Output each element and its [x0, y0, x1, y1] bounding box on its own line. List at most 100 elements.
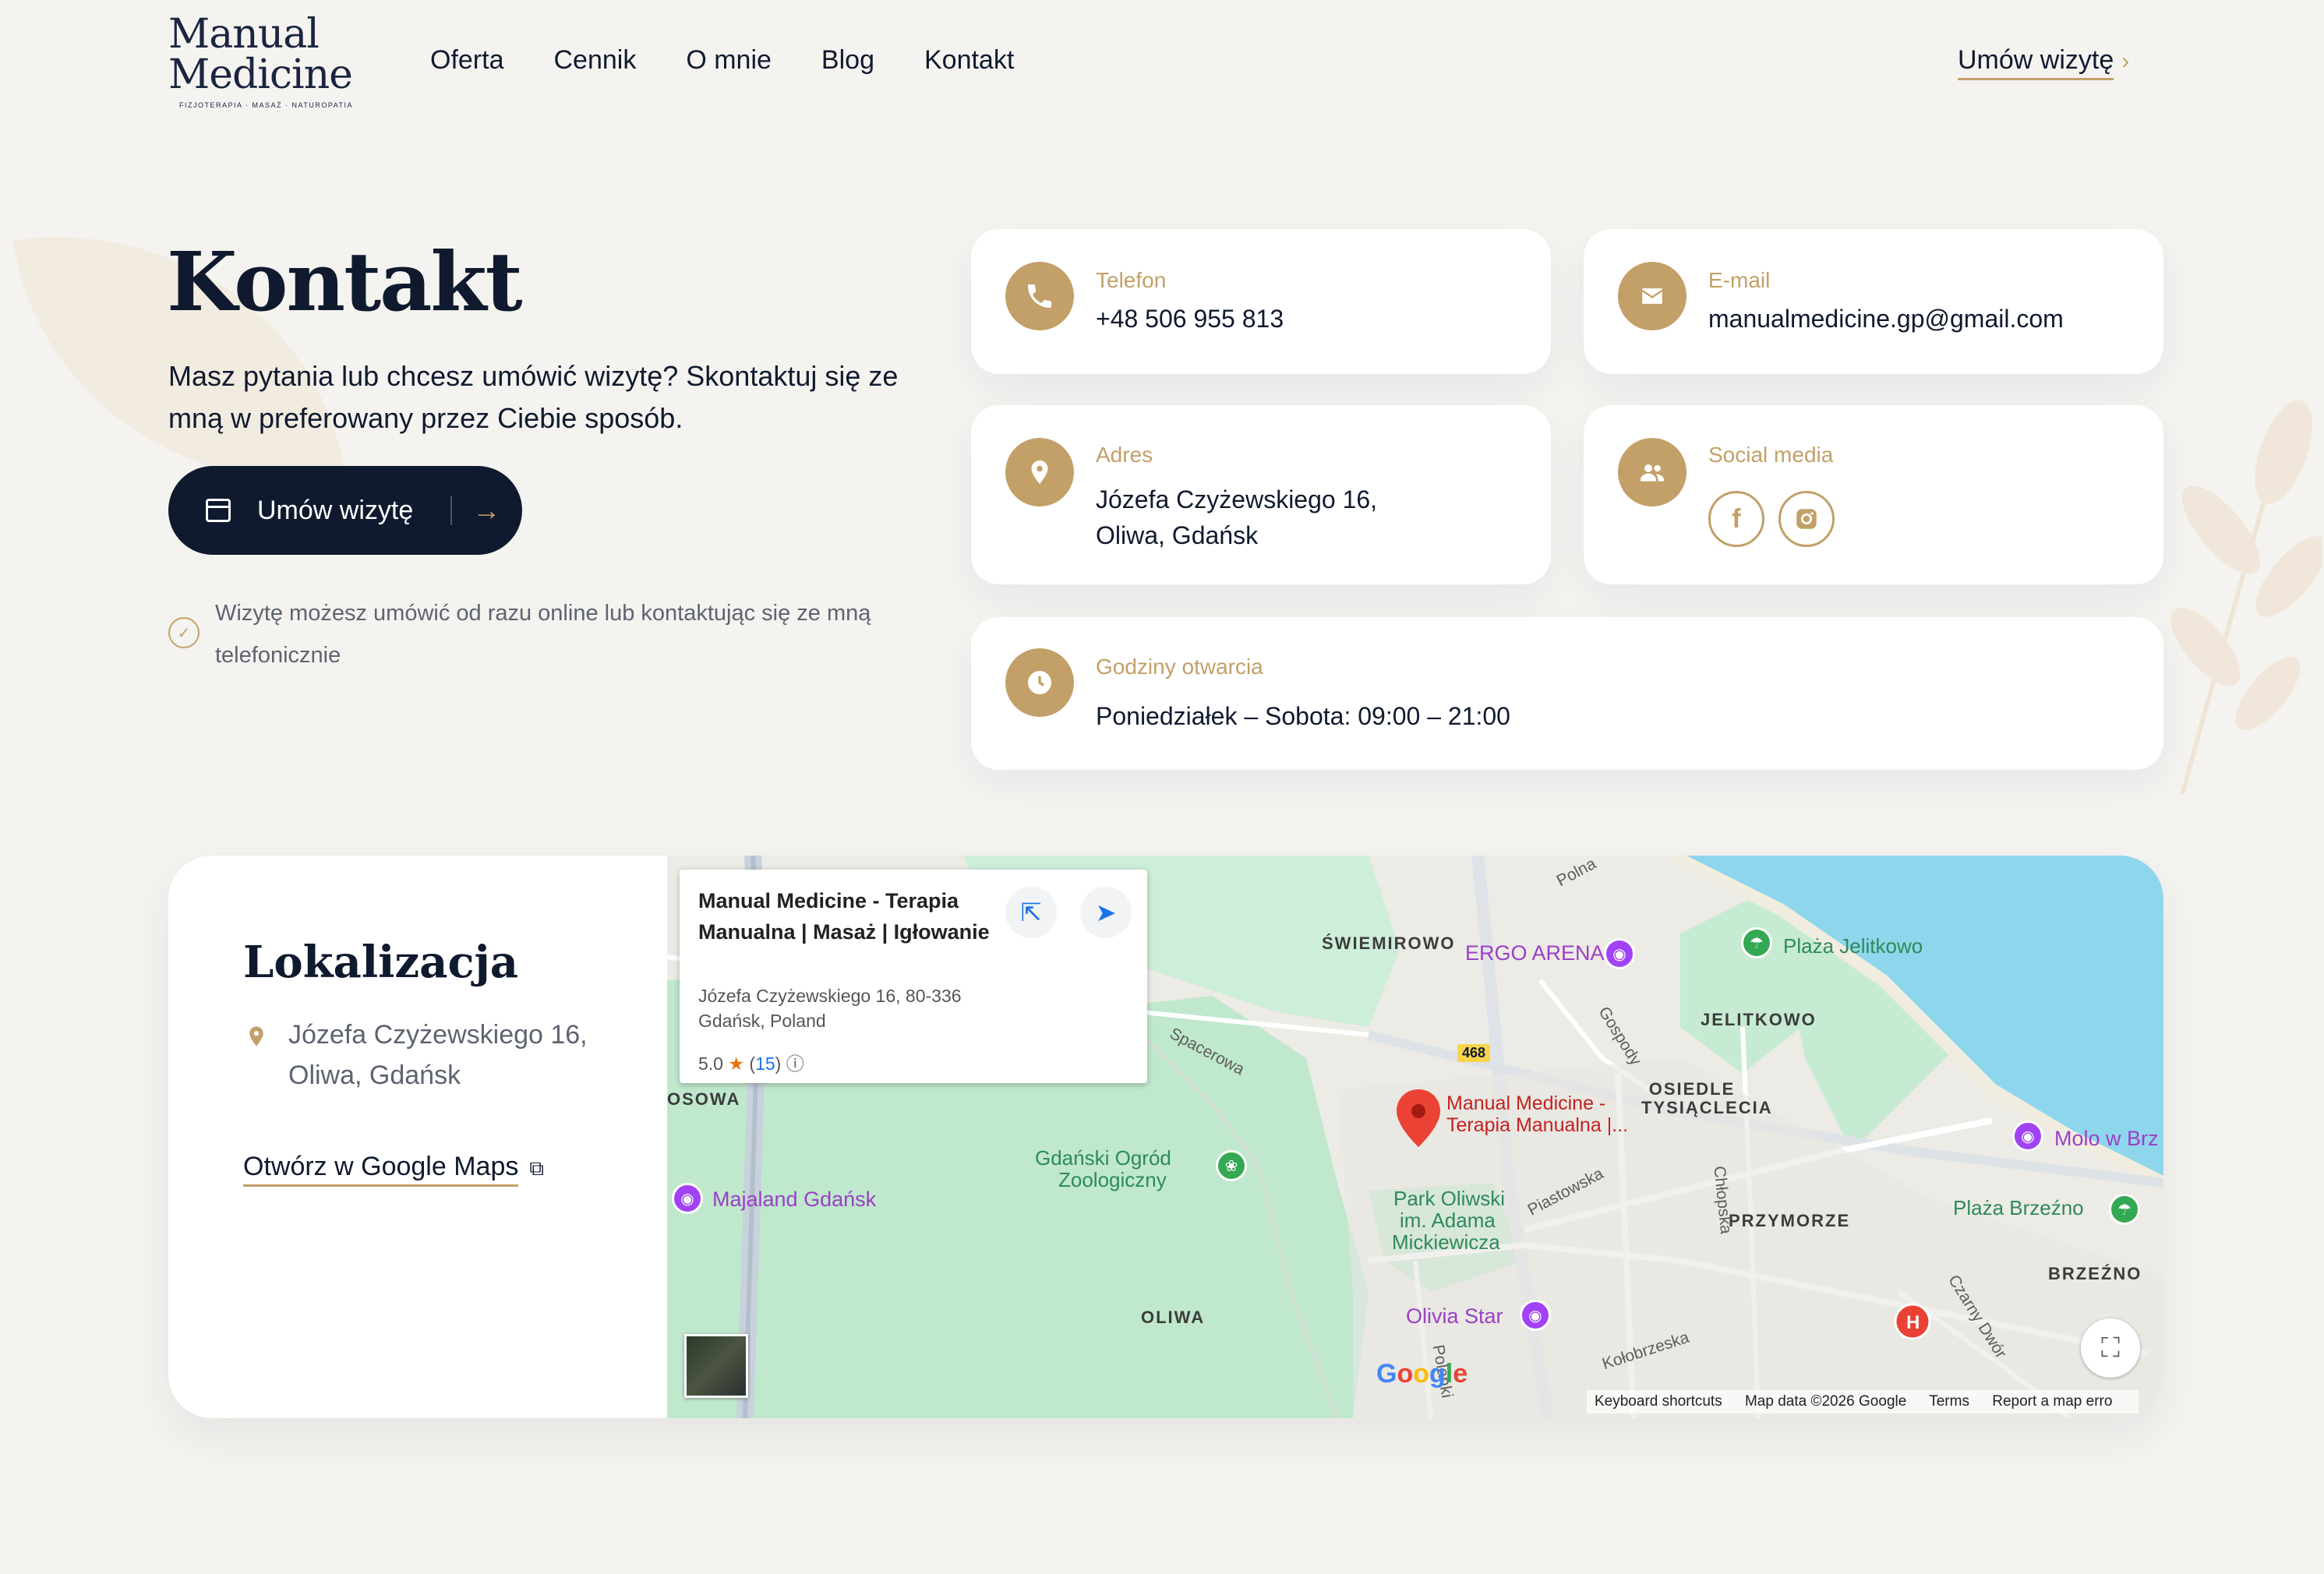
google-map[interactable]: H ŚWIEMIROWO ERGO ARENA ◉ ☂ Plaża Jelitk… — [667, 856, 2163, 1418]
phone-icon — [1005, 262, 1074, 330]
svg-text:H: H — [1906, 1312, 1920, 1333]
address-card: Adres Józefa Czyżewskiego 16, Oliwa, Gda… — [971, 405, 1551, 584]
map-label-przymorze: PRZYMORZE — [1729, 1211, 1851, 1230]
email-value[interactable]: manualmedicine.gp@gmail.com — [1708, 301, 2064, 337]
social-card: Social media f — [1584, 405, 2163, 584]
map-label-molo[interactable]: Molo w Brz — [2054, 1127, 2159, 1151]
directions-icon[interactable]: ➤ — [1080, 887, 1132, 938]
hours-card: Godziny otwarcia Poniedziałek – Sobota: … — [971, 617, 2163, 770]
place-title[interactable]: Manual Medicine - Terapia Manualna | Mas… — [698, 885, 1010, 948]
beach-brzezno-icon[interactable]: ☂ — [2109, 1194, 2140, 1225]
address-line-1: Józefa Czyżewskiego 16, — [1096, 485, 1378, 513]
map-label-business-2[interactable]: Terapia Manualna |... — [1446, 1114, 1628, 1136]
decorative-branch-right — [2170, 400, 2322, 795]
location-pin-icon — [1005, 438, 1074, 506]
satellite-layer-toggle[interactable] — [684, 1334, 748, 1398]
fullscreen-icon[interactable]: ⛶ — [2081, 1318, 2140, 1378]
nav-o-mnie[interactable]: O mnie — [686, 45, 772, 76]
map-label-zoo-2[interactable]: Zoologiczny — [1058, 1169, 1167, 1191]
header-book-visit-link[interactable]: Umów wizytę › — [1958, 45, 2130, 80]
arrow-right-icon: → — [472, 494, 501, 526]
logo-line-2: Medicine — [168, 51, 353, 98]
rating-value: 5.0 — [698, 1053, 723, 1074]
logo[interactable]: Manual Medicine FIZJOTERAPIA · MASAŻ · N… — [168, 14, 355, 109]
map-road-468: 468 — [1457, 1044, 1491, 1062]
map-label-brzezno: BRZEŹNO — [2048, 1264, 2142, 1283]
map-label-osowa: OSOWA — [667, 1089, 741, 1109]
location-address-line-1: Józefa Czyżewskiego 16, — [288, 1020, 588, 1050]
report-error-link[interactable]: Report a map erro — [1992, 1393, 2112, 1410]
location-section: Lokalizacja Józefa Czyżewskiego 16, Oliw… — [168, 856, 2163, 1418]
google-logo: Google — [1376, 1359, 1468, 1389]
keyboard-shortcuts-link[interactable]: Keyboard shortcuts — [1595, 1393, 1722, 1410]
majaland-icon[interactable]: ◉ — [672, 1183, 703, 1214]
ergo-arena-icon[interactable]: ◉ — [1604, 938, 1635, 969]
email-card[interactable]: E-mail manualmedicine.gp@gmail.com — [1584, 229, 2163, 374]
email-label: E-mail — [1708, 268, 1771, 292]
external-link-icon: ⧉ — [529, 1156, 544, 1180]
hero-description: Masz pytania lub chcesz umówić wizytę? S… — [168, 360, 899, 434]
logo-line-1: Manual — [168, 11, 320, 58]
book-visit-label: Umów wizytę — [257, 495, 414, 525]
zoo-icon[interactable]: ❀ — [1216, 1150, 1247, 1181]
clock-icon — [1005, 648, 1074, 717]
place-address: Józefa Czyżewskiego 16, 80-336 Gdańsk, P… — [698, 986, 962, 1031]
open-in-maps-icon[interactable]: ⇱ — [1005, 887, 1057, 938]
map-footer: Keyboard shortcuts Map data ©2026 Google… — [1587, 1390, 2139, 1413]
open-google-maps-link[interactable]: Otwórz w Google Maps ⧉ — [243, 1152, 544, 1187]
map-label-business-1[interactable]: Manual Medicine - — [1446, 1092, 1605, 1114]
open-google-maps-label: Otwórz w Google Maps — [243, 1152, 519, 1187]
map-label-jelitkowo: JELITKOWO — [1701, 1010, 1817, 1029]
mail-icon — [1618, 262, 1686, 330]
location-title: Lokalizacja — [243, 937, 519, 988]
book-visit-button[interactable]: Umów wizytę → — [168, 466, 522, 555]
map-label-swiemirowo: ŚWIEMIROWO — [1322, 933, 1456, 953]
hours-label: Godziny otwarcia — [1096, 655, 1263, 679]
pier-icon[interactable]: ◉ — [2012, 1121, 2043, 1152]
star-icon: ★ — [728, 1053, 744, 1074]
phone-card[interactable]: Telefon +48 506 955 813 — [971, 229, 1551, 374]
map-label-majaland[interactable]: Majaland Gdańsk — [712, 1188, 876, 1212]
booking-note-text: Wizytę możesz umówić od razu online lub … — [215, 601, 871, 668]
instagram-icon[interactable] — [1778, 491, 1835, 547]
calendar-icon — [206, 499, 231, 522]
map-label-zoo-1[interactable]: Gdański Ogród — [1035, 1147, 1171, 1169]
place-rating: 5.0 ★ (15) ⓘ — [698, 1053, 804, 1074]
map-label-olivia-star[interactable]: Olivia Star — [1406, 1304, 1503, 1329]
nav-kontakt[interactable]: Kontakt — [924, 45, 1014, 76]
phone-value[interactable]: +48 506 955 813 — [1096, 301, 1284, 337]
review-count-link[interactable]: 15 — [755, 1053, 775, 1074]
info-icon[interactable]: ⓘ — [786, 1053, 804, 1074]
location-address: Józefa Czyżewskiego 16, Oliwa, Gdańsk — [288, 1015, 588, 1096]
olivia-star-icon[interactable]: ◉ — [1520, 1300, 1551, 1331]
address-line-2: Oliwa, Gdańsk — [1096, 521, 1259, 549]
chevron-right-icon: › — [2121, 48, 2130, 74]
main-nav: Oferta Cennik O mnie Blog Kontakt — [430, 45, 1064, 76]
nav-oferta[interactable]: Oferta — [430, 45, 503, 76]
social-label: Social media — [1708, 443, 1834, 467]
header-book-visit-label: Umów wizytę — [1958, 45, 2114, 80]
logo-tagline: FIZJOTERAPIA · MASAŻ · NATUROPATIA — [179, 101, 354, 109]
map-label-plaza-brzezno[interactable]: Plaża Brzeźno — [1953, 1197, 2084, 1219]
facebook-icon[interactable]: f — [1708, 491, 1764, 547]
button-divider — [450, 496, 453, 525]
map-label-oliwa: OLIWA — [1141, 1308, 1206, 1327]
map-data-text: Map data ©2026 Google — [1744, 1393, 1907, 1410]
map-label-park-3[interactable]: Mickiewicza — [1392, 1231, 1500, 1253]
beach-icon[interactable]: ☂ — [1741, 927, 1772, 958]
map-label-osiedle: OSIEDLE TYSIĄCLECIA — [1641, 1079, 1773, 1117]
map-label-park-1[interactable]: Park Oliwski — [1393, 1188, 1505, 1209]
booking-note: ✓ Wizytę możesz umówić od razu online lu… — [168, 592, 885, 676]
map-label-plaza-jelitkowo[interactable]: Plaża Jelitkowo — [1783, 935, 1923, 957]
people-icon — [1618, 438, 1686, 506]
check-circle-icon: ✓ — [168, 617, 200, 648]
nav-blog[interactable]: Blog — [821, 45, 874, 76]
map-label-park-2[interactable]: im. Adama — [1400, 1209, 1496, 1231]
map-label-ergo-arena[interactable]: ERGO ARENA — [1465, 941, 1605, 965]
location-pin-icon — [245, 1022, 268, 1054]
address-label: Adres — [1096, 443, 1153, 467]
site-header: Manual Medicine FIZJOTERAPIA · MASAŻ · N… — [0, 0, 2324, 125]
terms-link[interactable]: Terms — [1929, 1393, 1969, 1410]
nav-cennik[interactable]: Cennik — [553, 45, 636, 76]
page-title: Kontakt — [167, 234, 523, 330]
